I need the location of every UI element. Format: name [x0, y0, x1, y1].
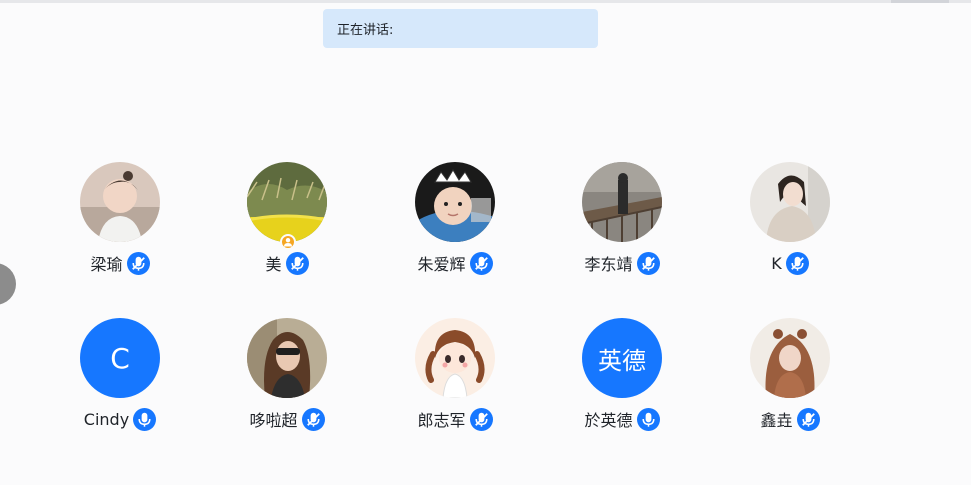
participant-tile[interactable]: C Cindy [40, 318, 200, 448]
participant-name: K [771, 253, 782, 273]
mic-icon[interactable] [636, 407, 660, 431]
participant-name: Cindy [83, 409, 130, 429]
participant-name-row: 梁瑜 [40, 251, 200, 275]
participant-tile[interactable]: K [710, 162, 870, 292]
participant-name: 哆啦超 [249, 411, 298, 430]
mic-muted-icon[interactable] [469, 251, 493, 275]
participant-name: 鑫垚 [760, 411, 793, 430]
mic-muted-icon[interactable] [469, 407, 493, 431]
participant-name: 於英德 [584, 411, 633, 430]
participant-name: 郎志军 [417, 411, 466, 430]
participant-name-row: K [710, 251, 870, 275]
participant-avatar [750, 318, 830, 398]
participant-avatar [750, 162, 830, 242]
participant-tile[interactable]: 鑫垚 [710, 318, 870, 448]
participant-name-row: 朱爱辉 [375, 251, 535, 275]
mic-muted-icon[interactable] [785, 251, 809, 275]
participant-avatar [415, 162, 495, 242]
participant-name-row: 郎志军 [375, 407, 535, 431]
mic-muted-icon[interactable] [636, 251, 660, 275]
mic-icon[interactable] [133, 407, 157, 431]
participant-avatar [247, 162, 327, 242]
mic-muted-icon[interactable] [301, 407, 325, 431]
participant-tile[interactable]: 郎志军 [375, 318, 535, 448]
participant-avatar [80, 162, 160, 242]
participant-avatar [582, 162, 662, 242]
participant-tile[interactable]: 梁瑜 [40, 162, 200, 292]
participant-name: 美 [265, 255, 282, 274]
host-badge-icon [280, 234, 296, 250]
mic-muted-icon[interactable] [126, 251, 150, 275]
participant-avatar [415, 318, 495, 398]
participant-tile[interactable]: 朱爱辉 [375, 162, 535, 292]
participant-tile[interactable]: 英德 於英德 [542, 318, 702, 448]
participant-name: 李东靖 [584, 255, 633, 274]
meeting-gallery-view: 正在讲话: 梁瑜 美 朱爱辉 李东靖 K C Cindy 哆啦超 郎志军 英德 … [0, 0, 971, 485]
participant-avatar-initial: C [80, 318, 160, 398]
participant-name-row: 鑫垚 [710, 407, 870, 431]
participant-grid: 梁瑜 美 朱爱辉 李东靖 K C Cindy 哆啦超 郎志军 英德 於英德 鑫垚 [0, 0, 971, 485]
participant-name: 梁瑜 [90, 255, 123, 274]
participant-tile[interactable]: 李东靖 [542, 162, 702, 292]
participant-tile[interactable]: 美 [207, 162, 367, 292]
participant-name: 朱爱辉 [417, 255, 466, 274]
participant-avatar-initial: 英德 [582, 318, 662, 398]
participant-name-row: Cindy [40, 407, 200, 431]
participant-name-row: 美 [207, 251, 367, 275]
participant-name-row: 哆啦超 [207, 407, 367, 431]
mic-muted-icon[interactable] [796, 407, 820, 431]
mic-muted-icon[interactable] [285, 251, 309, 275]
participant-avatar [247, 318, 327, 398]
participant-name-row: 李东靖 [542, 251, 702, 275]
participant-tile[interactable]: 哆啦超 [207, 318, 367, 448]
participant-name-row: 於英德 [542, 407, 702, 431]
